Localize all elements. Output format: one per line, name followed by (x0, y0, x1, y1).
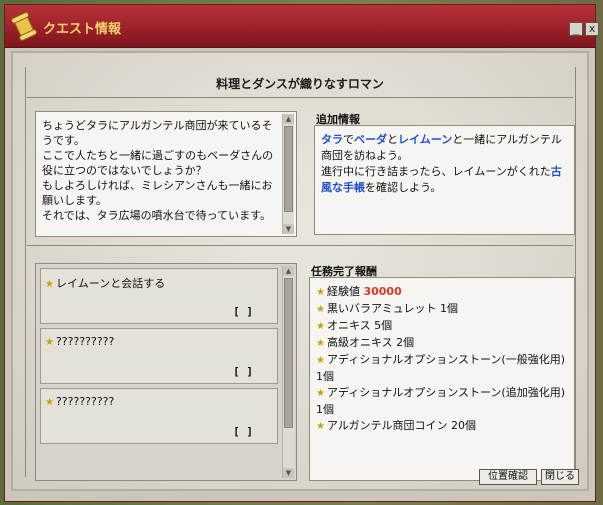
objective-status: [ ] (233, 365, 253, 378)
star-icon: ★ (316, 321, 325, 332)
scroll-up-arrow-icon[interactable]: ▲ (283, 266, 294, 276)
info-text-seg: と (387, 133, 398, 146)
star-icon: ★ (316, 287, 325, 298)
info-text-seg: で (343, 133, 354, 146)
info-npc-raymoon: レイムーン (398, 133, 453, 146)
position-check-button[interactable]: 位置確認 (479, 469, 537, 485)
info-npc-beda: ベーダ (354, 133, 387, 146)
quest-parchment: 料理とダンスが織りなすロマン ちょうどタラにアルガンテル商団が来ているそうです。… (11, 51, 589, 491)
objective-label: ★?????????? (45, 395, 114, 408)
additional-info-text: タラでベーダとレイムーンと一緒にアルガンテル商団を訪ねよう。 進行中に行き詰まっ… (321, 132, 571, 196)
ornament-frame-top (27, 97, 573, 98)
quest-title: 料理とダンスが織りなすロマン (216, 77, 384, 91)
rewards-panel: ★ 経験値 30000 ★ 黒いバラアミュレット 1個 ★ オニキス 5個 ★ 高級オニ… (309, 277, 575, 481)
reward-item: ★ オニキス 5個 (316, 318, 572, 335)
ornament-frame-left (25, 67, 26, 477)
reward-text: オニキス 5個 (326, 319, 393, 332)
objective-label: ★?????????? (45, 335, 114, 348)
info-text-seg: を確認しよう。 (365, 181, 442, 194)
objective-text: レイムーンと会話する (55, 277, 166, 290)
star-icon: ★ (316, 304, 325, 315)
ornament-frame-right (575, 67, 576, 477)
scroll-thumb[interactable] (284, 126, 293, 212)
reward-text: 黒いバラアミュレット 1個 (326, 302, 459, 315)
title-bar[interactable]: クエスト情報 _ x (5, 5, 599, 48)
star-icon: ★ (45, 337, 54, 348)
description-scrollbar[interactable]: ▲ ▼ (282, 114, 294, 234)
objective-item[interactable]: ★?????????? [ ] (40, 388, 278, 444)
additional-info-panel: タラでベーダとレイムーンと一緒にアルガンテル商団を訪ねよう。 進行中に行き詰まっ… (314, 125, 575, 235)
reward-text: 高級オニキス 2個 (326, 336, 415, 349)
objective-item[interactable]: ★ レイムーンと会話する [ ] (40, 268, 278, 324)
objective-status: [ ] (233, 425, 253, 438)
reward-exp: ★ 経験値 30000 (316, 284, 572, 301)
objective-label: ★ レイムーンと会話する (45, 275, 165, 291)
close-button[interactable]: 閉じる (541, 469, 579, 485)
rewards-list: ★ 経験値 30000 ★ 黒いバラアミュレット 1個 ★ オニキス 5個 ★ 高級オニ… (316, 284, 572, 435)
info-place: タラ (321, 133, 343, 146)
objectives-panel: ★ レイムーンと会話する [ ] ★?????????? [ ] ★???????… (35, 263, 297, 481)
info-text-seg: 進行中に行き詰まったら、レイムーンがくれた (321, 165, 551, 178)
minimize-button[interactable]: _ (569, 22, 583, 36)
objective-text: ?????????? (55, 395, 115, 408)
reward-item: ★ アディショナルオプションストーン(追加強化用) 1個 (316, 385, 572, 418)
exp-label: 経験値 (326, 285, 360, 298)
reward-text: アディショナルオプションストーン(追加強化用) 1個 (316, 386, 566, 416)
scroll-thumb[interactable] (284, 278, 293, 428)
scroll-up-arrow-icon[interactable]: ▲ (283, 114, 294, 124)
reward-text: アルガンテル商団コイン 20個 (326, 419, 477, 432)
reward-item: ★ 高級オニキス 2個 (316, 335, 572, 352)
exp-value: 30000 (363, 285, 402, 298)
window-title: クエスト情報 (43, 22, 122, 37)
reward-item: ★ 黒いバラアミュレット 1個 (316, 301, 572, 318)
reward-text: アディショナルオプションストーン(一般強化用) 1個 (316, 353, 566, 383)
reward-item: ★ アディショナルオプションストーン(一般強化用) 1個 (316, 352, 572, 385)
star-icon: ★ (316, 388, 325, 399)
star-icon: ★ (316, 338, 325, 349)
scroll-down-arrow-icon[interactable]: ▼ (283, 224, 294, 234)
objective-text: ?????????? (55, 335, 115, 348)
star-icon: ★ (316, 355, 325, 366)
objective-status: [ ] (233, 305, 253, 318)
quest-info-window: クエスト情報 _ x 料理とダンスが織りなすロマン ちょうどタラにアルガンテル商… (4, 4, 599, 502)
quest-description: ちょうどタラにアルガンテル商団が来ているそうです。 ここで人たちと一緒に過ごすの… (42, 119, 274, 222)
reward-item: ★ アルガンテル商団コイン 20個 (316, 418, 572, 435)
objectives-scrollbar[interactable]: ▲ ▼ (282, 266, 294, 478)
ornament-frame-mid (27, 245, 573, 246)
scroll-icon (11, 12, 37, 41)
star-icon: ★ (316, 421, 325, 432)
quest-description-panel: ちょうどタラにアルガンテル商団が来ているそうです。 ここで人たちと一緒に過ごすの… (35, 111, 297, 237)
scroll-down-arrow-icon[interactable]: ▼ (283, 468, 294, 478)
star-icon: ★ (45, 397, 54, 408)
close-window-button[interactable]: x (585, 22, 599, 36)
star-icon: ★ (45, 279, 54, 290)
objective-item[interactable]: ★?????????? [ ] (40, 328, 278, 384)
